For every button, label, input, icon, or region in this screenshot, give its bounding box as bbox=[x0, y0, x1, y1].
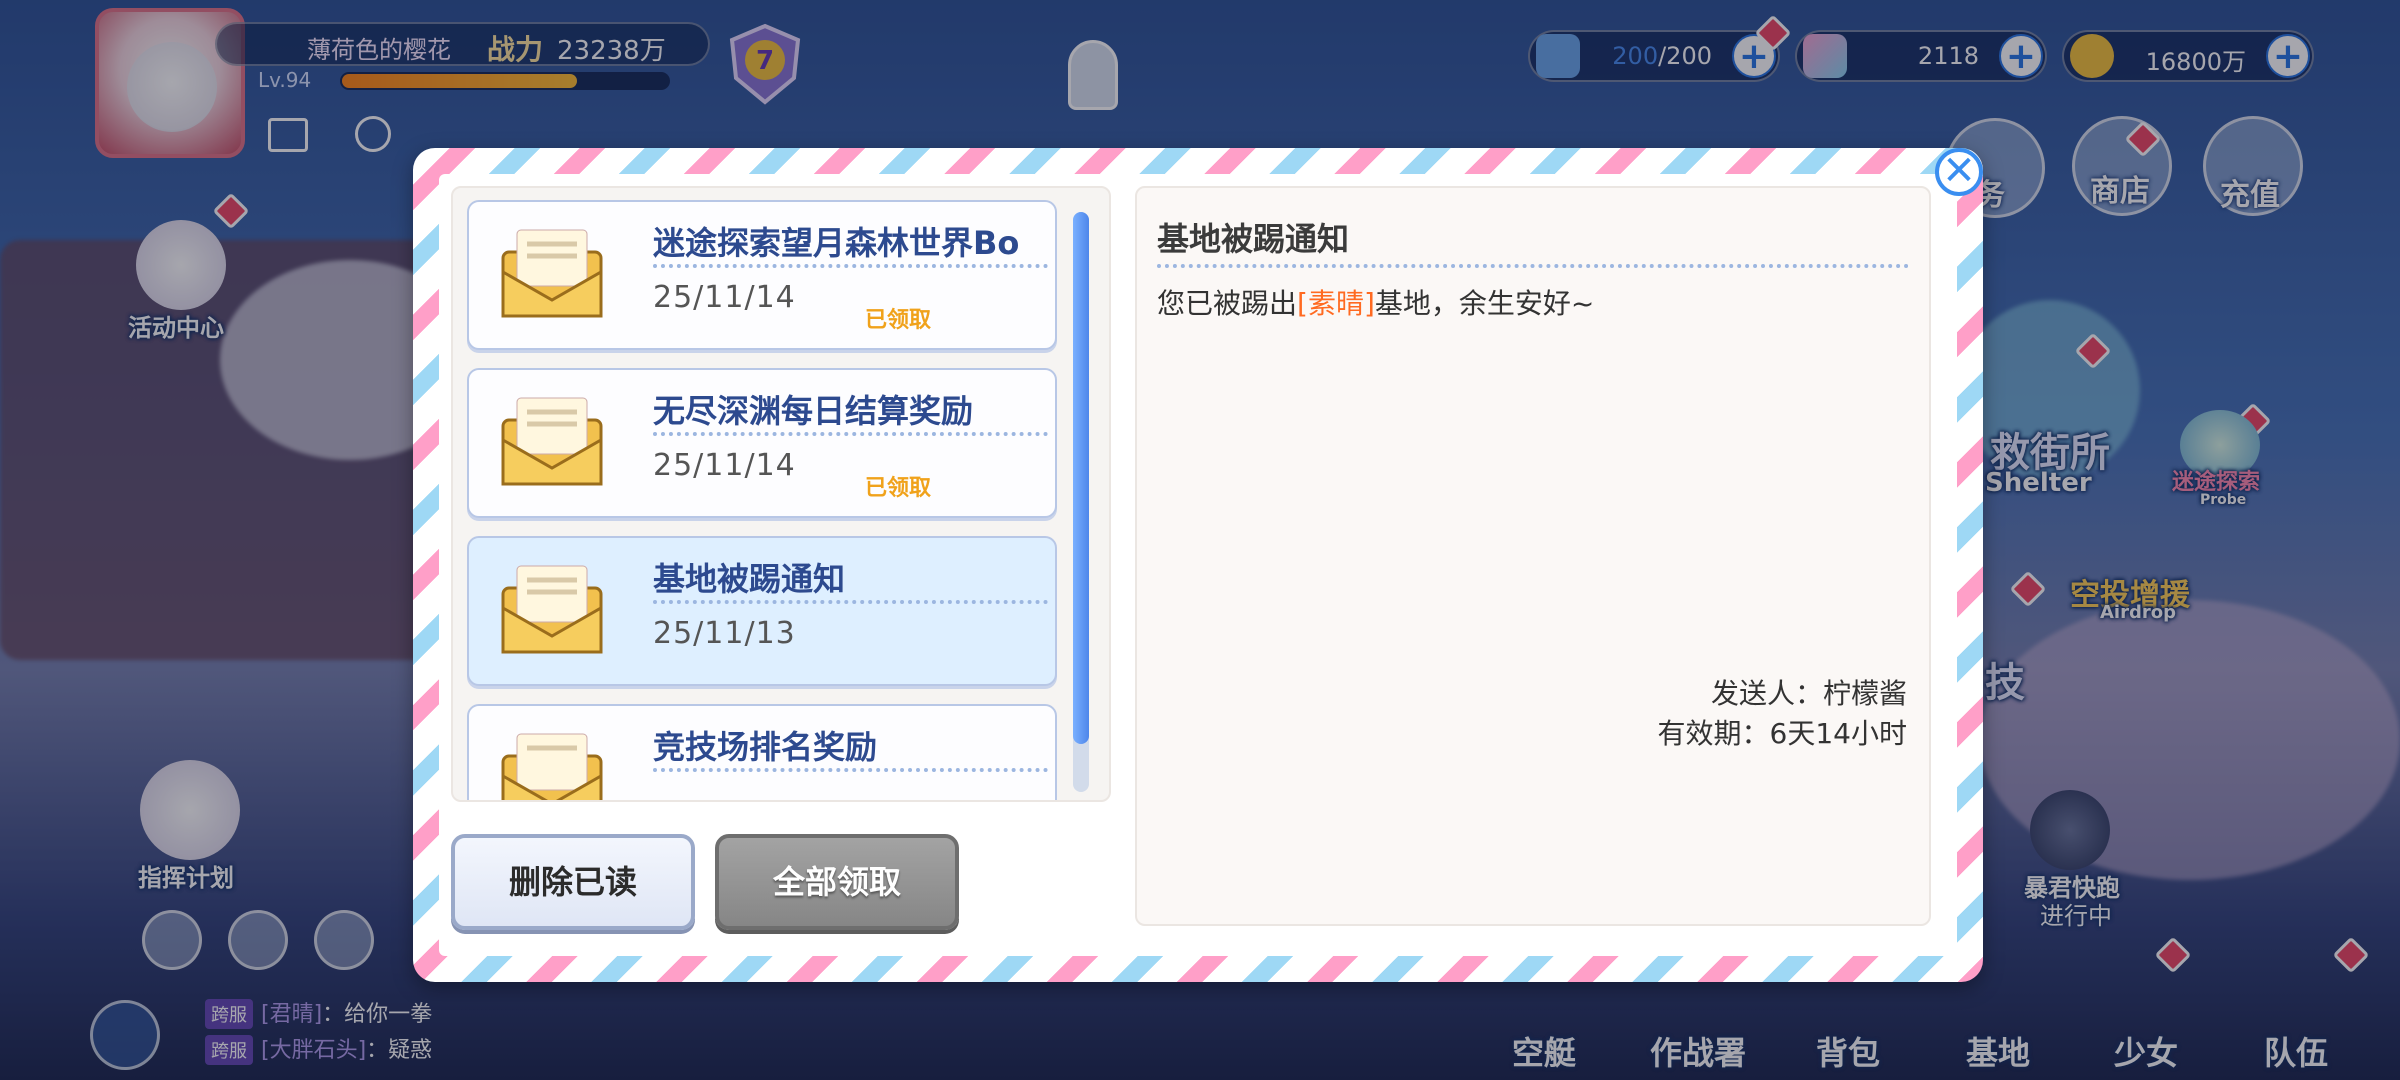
claim-all-button[interactable]: 全部领取 bbox=[715, 834, 959, 930]
mail-date: 25/11/14 bbox=[653, 280, 796, 315]
close-icon[interactable]: ✕ bbox=[1935, 148, 1983, 196]
envelope-icon bbox=[501, 397, 603, 486]
mail-dialog: 迷途探索望月森林世界Bo 25/11/14 已领取 无尽深渊每日结算奖励 25/… bbox=[413, 148, 1983, 982]
divider bbox=[653, 768, 1048, 772]
mail-sender: 发送人：柠檬酱 bbox=[1710, 677, 1907, 710]
divider bbox=[653, 264, 1048, 268]
mail-expiry: 有效期：6天14小时 bbox=[1657, 717, 1907, 750]
envelope-icon bbox=[501, 565, 603, 654]
base-name-highlight: [素晴] bbox=[1297, 287, 1375, 320]
mail-date: 25/11/13 bbox=[653, 616, 796, 651]
mail-title: 基地被踢通知 bbox=[653, 560, 846, 598]
mail-list-item[interactable]: 无尽深渊每日结算奖励 25/11/14 已领取 bbox=[467, 368, 1057, 518]
mail-title: 无尽深渊每日结算奖励 bbox=[653, 392, 974, 430]
divider bbox=[1157, 264, 1909, 268]
mail-list-scrollbar[interactable] bbox=[1073, 212, 1089, 792]
mail-dialog-body: 迷途探索望月森林世界Bo 25/11/14 已领取 无尽深渊每日结算奖励 25/… bbox=[439, 174, 1957, 956]
envelope-icon bbox=[501, 229, 603, 318]
mail-date: 25/11/14 bbox=[653, 448, 796, 483]
mail-detail-panel: 基地被踢通知 您已被踢出[素晴]基地，余生安好~ 发送人：柠檬酱 有效期：6天1… bbox=[1135, 186, 1931, 926]
mail-claimed-status: 已领取 bbox=[865, 476, 932, 501]
mail-title: 竞技场排名奖励 bbox=[653, 728, 878, 766]
mail-list-item-selected[interactable]: 基地被踢通知 25/11/13 bbox=[467, 536, 1057, 686]
envelope-icon bbox=[501, 733, 603, 800]
scrollbar-thumb[interactable] bbox=[1073, 212, 1089, 744]
mail-list-item[interactable]: 迷途探索望月森林世界Bo 25/11/14 已领取 bbox=[467, 200, 1057, 350]
divider bbox=[653, 600, 1048, 604]
divider bbox=[653, 432, 1048, 436]
mail-list-item[interactable]: 竞技场排名奖励 bbox=[467, 704, 1057, 800]
mail-claimed-status: 已领取 bbox=[865, 308, 932, 333]
mail-list[interactable]: 迷途探索望月森林世界Bo 25/11/14 已领取 无尽深渊每日结算奖励 25/… bbox=[451, 186, 1111, 802]
mail-title: 迷途探索望月森林世界Bo bbox=[653, 224, 1020, 262]
mail-detail-title: 基地被踢通知 bbox=[1157, 220, 1350, 258]
delete-read-button[interactable]: 删除已读 bbox=[451, 834, 695, 930]
mail-detail-body: 您已被踢出[素晴]基地，余生安好~ bbox=[1157, 287, 1595, 320]
